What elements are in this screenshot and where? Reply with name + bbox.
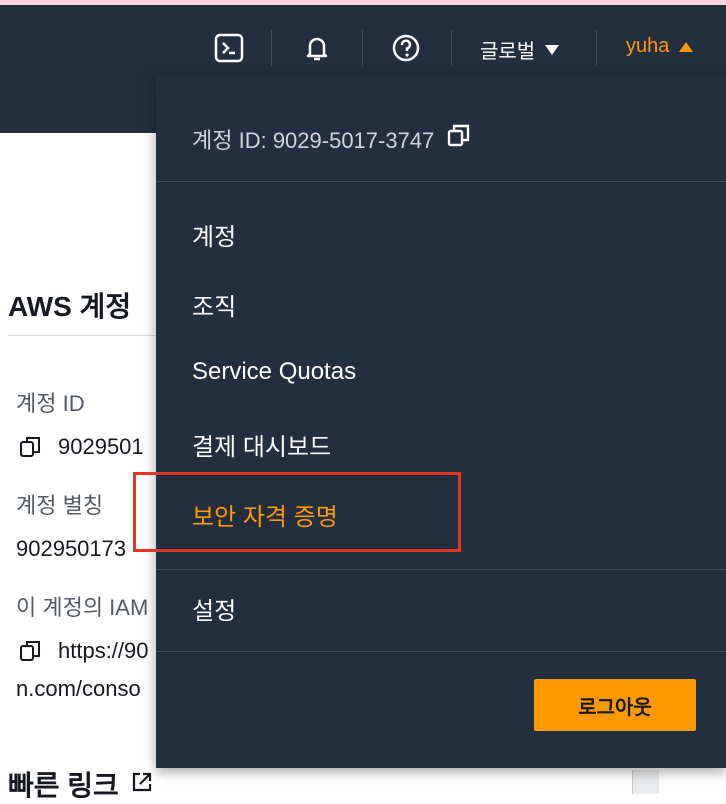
account-id-value: 9029501: [58, 434, 144, 459]
bell-icon[interactable]: [302, 33, 332, 63]
help-icon[interactable]: [391, 33, 421, 63]
menu-item-account[interactable]: 계정: [192, 217, 236, 252]
cloudshell-icon[interactable]: [214, 33, 244, 63]
copy-icon[interactable]: [18, 434, 44, 460]
section-divider: [8, 335, 158, 336]
iam-label: 이 계정의 IAM: [16, 595, 149, 620]
scrollbar[interactable]: [632, 770, 659, 794]
account-dropdown-menu: 계정 ID: 9029-5017-3747 계정 조직 Service Quot…: [156, 75, 726, 768]
nav-separator: [596, 30, 597, 66]
nav-separator: [271, 30, 272, 66]
nav-separator: [362, 30, 363, 66]
alias-label: 계정 별칭: [16, 493, 104, 518]
section-title: AWS 계정: [8, 291, 132, 322]
account-id-text: 계정 ID: 9029-5017-3747: [192, 128, 435, 153]
caret-up-icon: [679, 41, 694, 52]
alias-value: 902950173: [16, 536, 127, 561]
menu-divider: [156, 181, 726, 182]
menu-divider: [156, 651, 726, 652]
user-menu-toggle[interactable]: yuha: [626, 35, 694, 58]
nav-separator: [451, 30, 452, 66]
user-label: yuha: [626, 35, 670, 57]
dropdown-account-id: 계정 ID: 9029-5017-3747: [192, 123, 472, 155]
menu-item-organization[interactable]: 조직: [192, 287, 236, 322]
external-link-icon[interactable]: [131, 768, 153, 800]
menu-divider: [156, 569, 726, 570]
copy-icon[interactable]: [446, 123, 472, 155]
quick-links-label: 빠른 링크: [8, 770, 119, 801]
region-label: 글로벌: [480, 41, 536, 63]
account-id-label: 계정 ID: [16, 391, 85, 416]
caret-down-icon: [545, 44, 560, 55]
menu-item-billing-dashboard[interactable]: 결제 대시보드: [192, 427, 331, 462]
iam-url-continued[interactable]: n.com/conso: [16, 676, 141, 702]
highlight-annotation-box: [133, 472, 461, 552]
logout-button[interactable]: 로그아웃: [534, 679, 696, 731]
menu-item-service-quotas[interactable]: Service Quotas: [192, 358, 356, 386]
quick-links-title: 빠른 링크: [8, 764, 153, 804]
copy-icon[interactable]: [18, 638, 44, 664]
iam-url[interactable]: https://90: [58, 638, 149, 664]
menu-item-settings[interactable]: 설정: [192, 591, 236, 626]
region-selector[interactable]: 글로벌: [480, 35, 560, 64]
